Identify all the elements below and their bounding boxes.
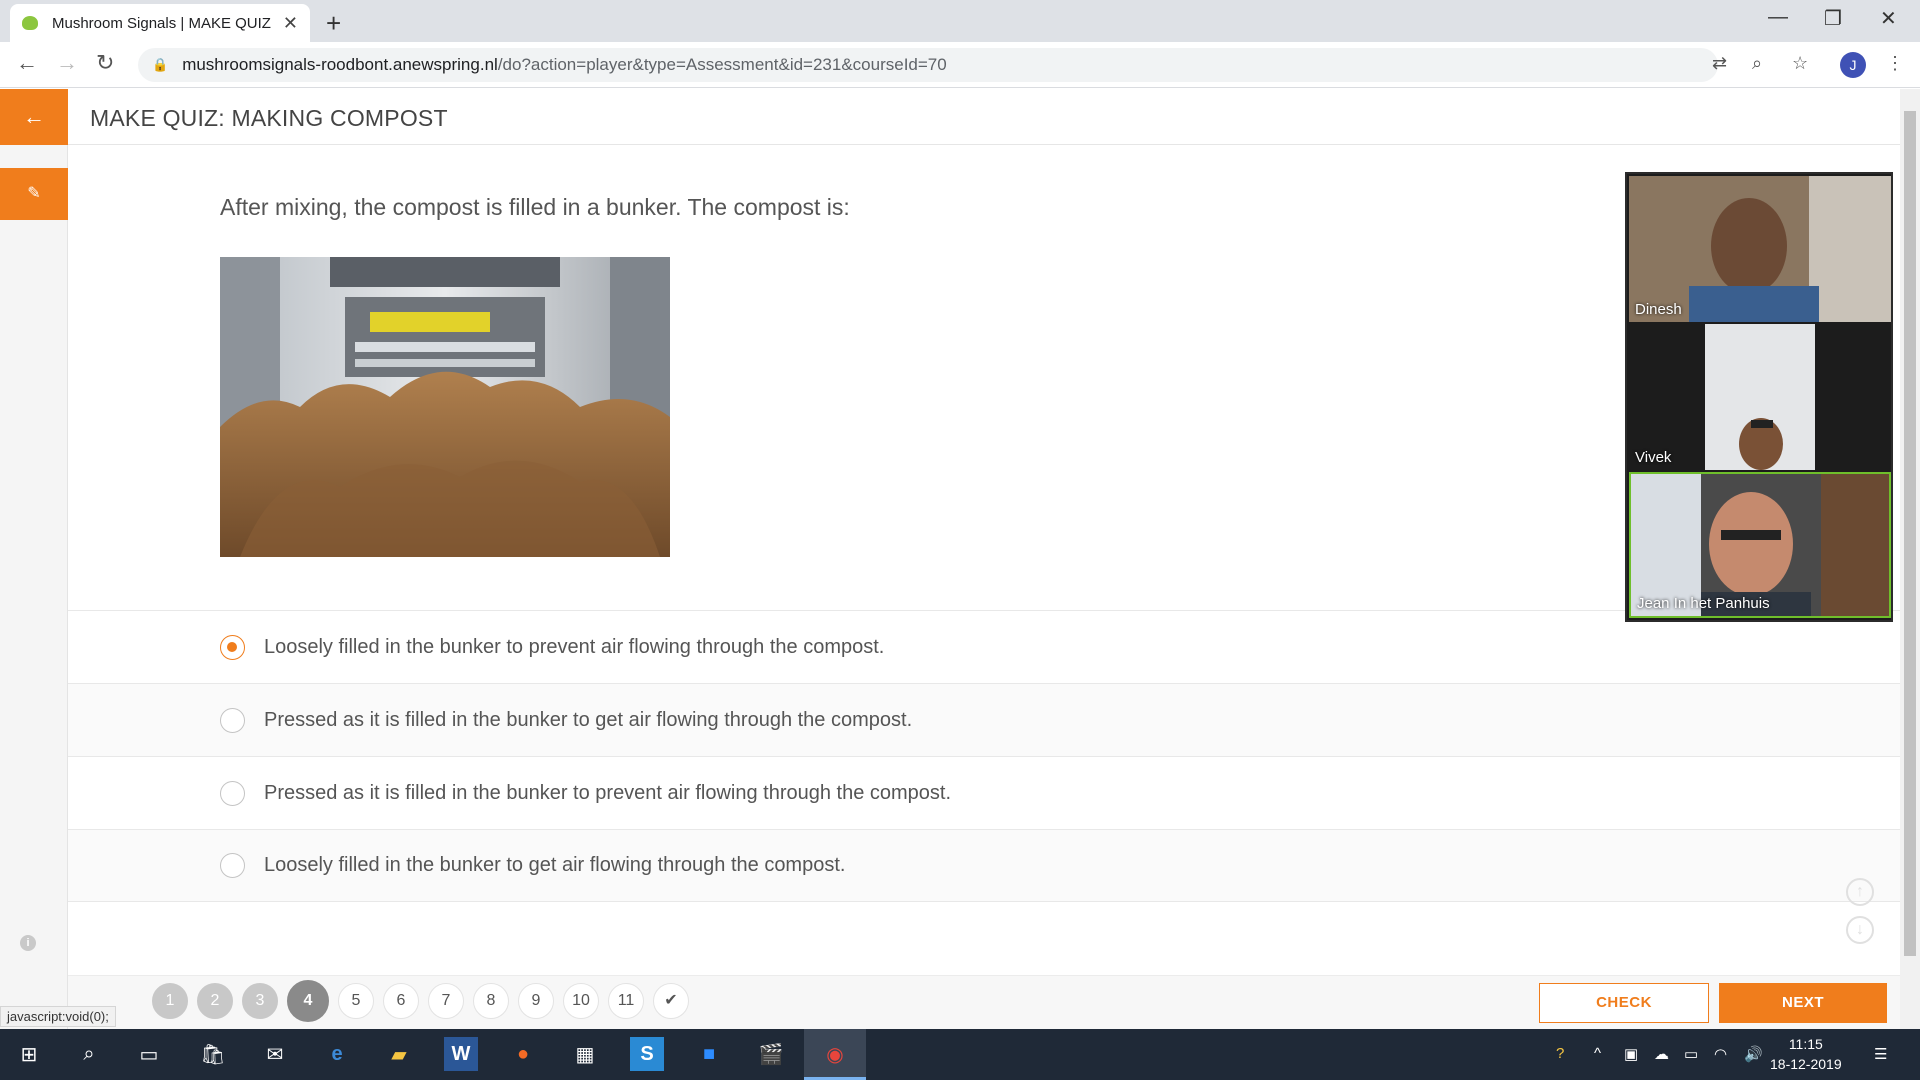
battery-icon[interactable]: ▭ [1684,1045,1698,1063]
notifications-icon[interactable]: ☰ [1874,1045,1887,1063]
page-button[interactable]: 8 [473,983,509,1019]
profile-avatar[interactable]: J [1840,52,1866,78]
network-device-icon[interactable]: ▣ [1624,1045,1638,1063]
volume-icon[interactable]: 🔊 [1744,1045,1763,1063]
page-button[interactable]: 11 [608,983,644,1019]
clock-date: 18-12-2019 [1770,1056,1842,1072]
page-button-current[interactable]: 4 [287,980,329,1022]
answer-text: Pressed as it is filled in the bunker to… [264,781,952,804]
next-button[interactable]: NEXT [1719,983,1887,1023]
menu-kebab-icon[interactable]: ⋮ [1886,53,1904,74]
page-scrollbar[interactable] [1900,89,1920,1029]
answer-list: Loosely filled in the bunker to prevent … [68,610,1900,902]
restore-button[interactable]: ❐ [1824,6,1842,31]
help-icon[interactable]: ? [1556,1045,1564,1062]
edit-notes-button[interactable]: ✎ [0,168,68,220]
compost-bunker-image [220,257,670,557]
participant-name: Vivek [1635,449,1672,466]
search-icon[interactable]: ⌕ [72,1037,106,1071]
radio-selected[interactable] [220,634,245,660]
address-toolbar: ← → ↻ 🔒 mushroomsignals-roodbont.anewspr… [0,42,1920,88]
radio-unselected[interactable] [220,707,245,733]
chrome-icon[interactable]: ◉ [818,1037,852,1071]
clock-time: 11:15 [1788,1036,1823,1052]
url-path: /do?action=player&type=Assessment&id=231… [497,55,947,74]
tab-title: Mushroom Signals | MAKE QUIZ [52,14,271,32]
onedrive-cloud-icon[interactable]: ☁ [1654,1045,1669,1063]
video-editor-icon[interactable]: 🎬 [754,1037,788,1071]
close-tab-icon[interactable]: ✕ [283,13,298,34]
answer-option[interactable]: Loosely filled in the bunker to get air … [68,829,1900,902]
lock-icon: 🔒 [152,57,169,72]
store-icon[interactable]: 🛍 [196,1037,230,1071]
new-tab-button[interactable]: + [326,8,341,39]
edge-icon[interactable]: e [320,1037,354,1071]
status-bar-link: javascript:void(0); [0,1006,116,1027]
task-view-icon[interactable]: ▭ [132,1037,166,1071]
forward-arrow-icon[interactable]: → [56,50,78,76]
minimize-button[interactable]: — [1768,6,1788,29]
back-button[interactable]: ← [0,89,68,145]
question-pager: 1 2 3 4 5 6 7 8 9 10 11 ✔ [152,980,689,1022]
page-header: MAKE QUIZ: MAKING COMPOST [68,89,1900,145]
participant-name: Jean In het Panhuis [1637,595,1770,612]
check-button[interactable]: CHECK [1539,983,1709,1023]
system-clock[interactable]: 11:15 18-12-2019 [1770,1034,1842,1074]
video-tile-active-speaker[interactable]: Jean In het Panhuis [1629,472,1891,618]
mushroom-favicon-icon [22,16,38,30]
radio-unselected[interactable] [220,853,245,878]
calculator-icon[interactable]: ▦ [568,1037,602,1071]
page-button[interactable]: 7 [428,983,464,1019]
browser-tab[interactable]: Mushroom Signals | MAKE QUIZ ✕ [10,4,310,42]
windows-start-icon[interactable]: ⊞ [12,1037,46,1071]
page-button[interactable]: 3 [242,983,278,1019]
answer-text: Loosely filled in the bunker to prevent … [264,635,885,658]
zoom-video-icon[interactable]: ■ [692,1037,726,1071]
back-arrow-icon[interactable]: ← [16,50,38,76]
url-bar[interactable]: 🔒 mushroomsignals-roodbont.anewspring.nl… [138,48,1718,82]
info-icon[interactable]: i [20,935,36,951]
video-tile[interactable]: Dinesh [1629,176,1891,322]
wifi-icon[interactable]: ◠ [1714,1045,1727,1063]
page-button[interactable]: 1 [152,983,188,1019]
zoom-icon[interactable]: ⌕ [1752,53,1762,74]
page-button[interactable]: 6 [383,983,419,1019]
page-button[interactable]: 9 [518,983,554,1019]
page-button[interactable]: 2 [197,983,233,1019]
firefox-icon[interactable]: ● [506,1037,540,1071]
answer-option[interactable]: Pressed as it is filled in the bunker to… [68,683,1900,756]
answer-text: Loosely filled in the bunker to get air … [264,854,846,876]
participant-name: Dinesh [1635,301,1682,318]
scroll-down-icon[interactable]: ↓ [1846,916,1874,944]
url-domain: mushroomsignals-roodbont.anewspring.nl [182,55,498,74]
close-window-button[interactable]: ✕ [1880,6,1897,31]
file-explorer-icon[interactable]: ▰ [382,1037,416,1071]
tray-chevron-icon[interactable]: ^ [1594,1045,1601,1062]
mail-icon[interactable]: ✉ [258,1037,292,1071]
radio-unselected[interactable] [220,780,245,806]
video-call-panel[interactable]: Dinesh Vivek Jean In het Panhuis [1625,172,1893,622]
left-rail [0,89,68,1029]
scroll-up-icon[interactable]: ↑ [1846,878,1874,906]
skype-s-icon[interactable]: S [630,1037,664,1071]
page-button[interactable]: 10 [563,983,599,1019]
answer-option[interactable]: Pressed as it is filled in the bunker to… [68,756,1900,829]
page-button[interactable]: 5 [338,983,374,1019]
question-text: After mixing, the compost is filled in a… [220,194,850,220]
word-icon[interactable]: W [444,1037,478,1071]
translate-icon[interactable]: ⇄ [1712,53,1727,74]
reload-icon[interactable]: ↻ [96,50,114,76]
answer-text: Pressed as it is filled in the bunker to… [264,708,913,731]
scrollbar-thumb[interactable] [1904,111,1916,956]
page-title: MAKE QUIZ: MAKING COMPOST [90,105,448,131]
bookmark-star-icon[interactable]: ☆ [1792,53,1808,74]
video-tile[interactable]: Vivek [1629,324,1891,470]
finish-check-icon[interactable]: ✔ [653,983,689,1019]
